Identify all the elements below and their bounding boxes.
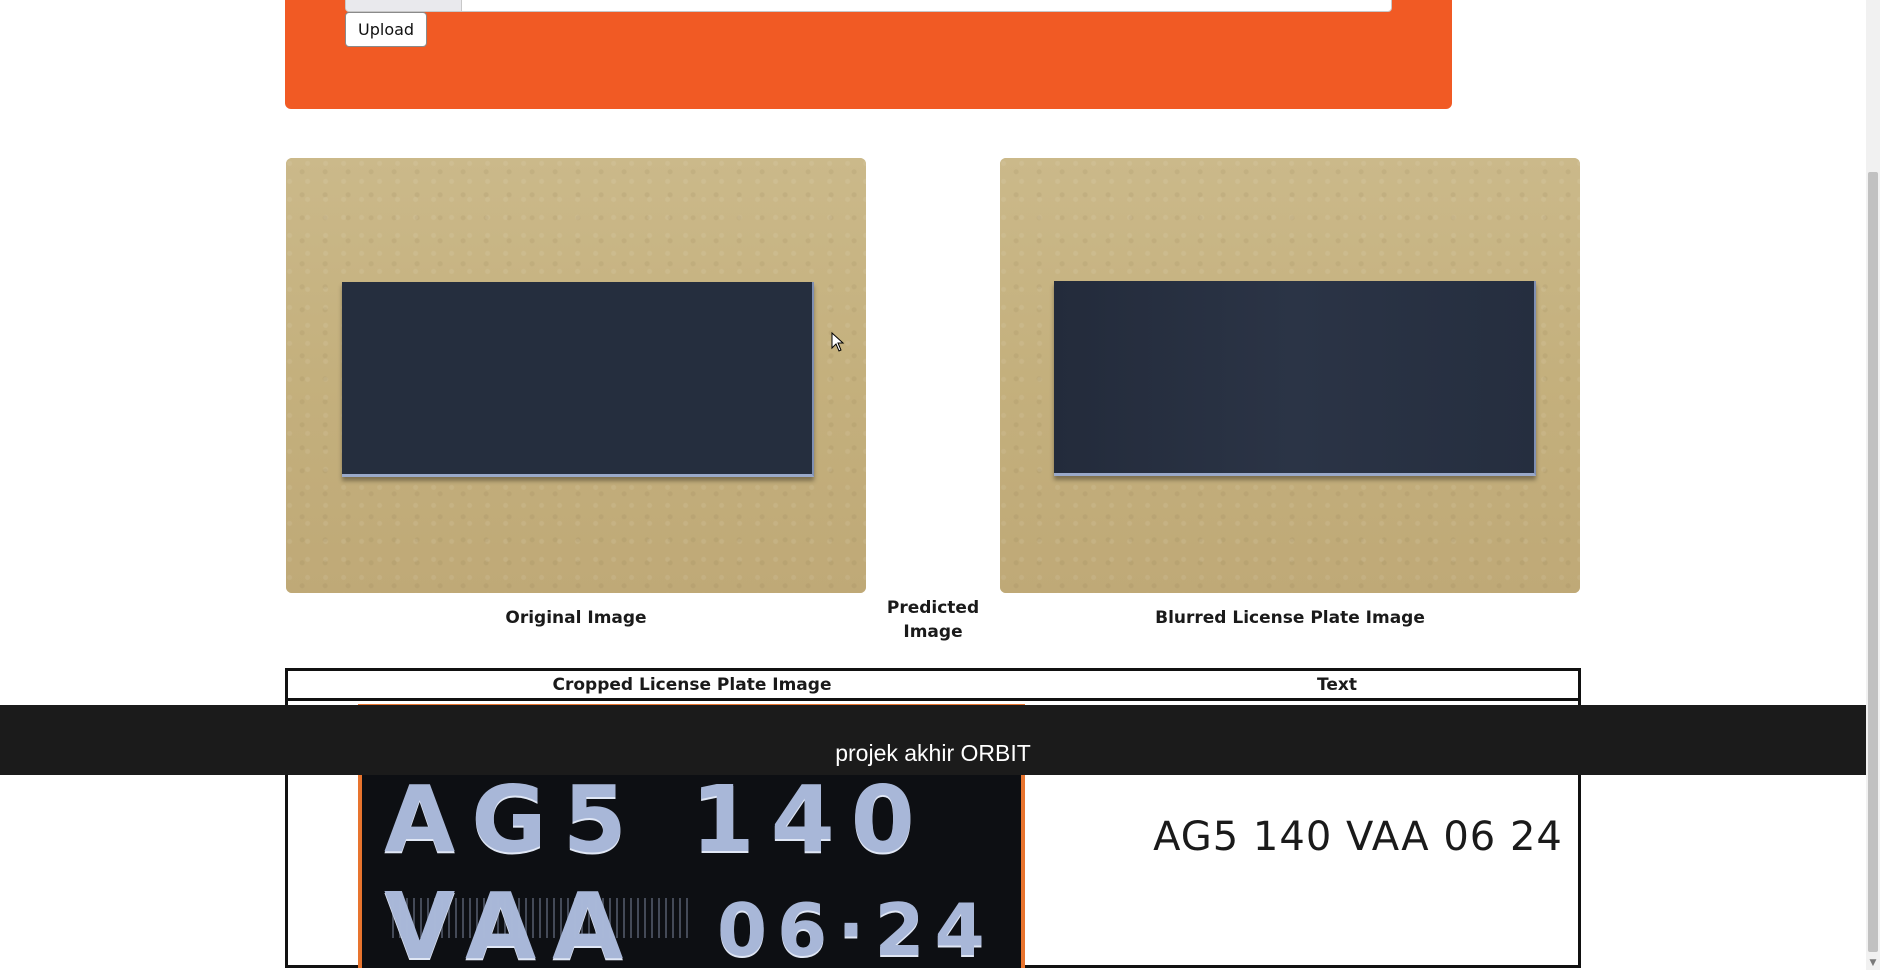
header-text: Text [1317, 675, 1357, 695]
plate-region [342, 282, 814, 477]
recognized-plate-text: AG5 140 VAA 06 24 [1153, 814, 1563, 860]
table-header-row: Cropped License Plate Image Text [288, 671, 1578, 701]
footer-text: projek akhir ORBIT [835, 740, 1031, 766]
header-cropped-image: Cropped License Plate Image [552, 675, 832, 695]
predicted-image-caption: Predicted Image [886, 598, 980, 642]
original-image-caption: Original Image [505, 608, 647, 628]
blurred-plate-region [1054, 281, 1536, 476]
scroll-down-arrow-icon[interactable]: ▼ [1868, 958, 1878, 968]
mouse-pointer-icon [831, 332, 845, 352]
blurred-image-caption: Blurred License Plate Image [1155, 608, 1425, 628]
choose-file-button[interactable] [346, 0, 462, 11]
plate-date: 06·24 [717, 888, 995, 968]
scrollbar-thumb[interactable] [1868, 172, 1878, 952]
file-input[interactable] [345, 0, 1392, 12]
upload-button[interactable]: Upload [345, 12, 428, 47]
original-image [286, 158, 866, 593]
upload-panel: Upload [285, 0, 1452, 109]
footer-bar: projek akhir ORBIT [0, 705, 1866, 775]
page-scrollbar[interactable]: ▼ [1866, 0, 1880, 970]
blurred-license-plate-image [1000, 158, 1580, 593]
